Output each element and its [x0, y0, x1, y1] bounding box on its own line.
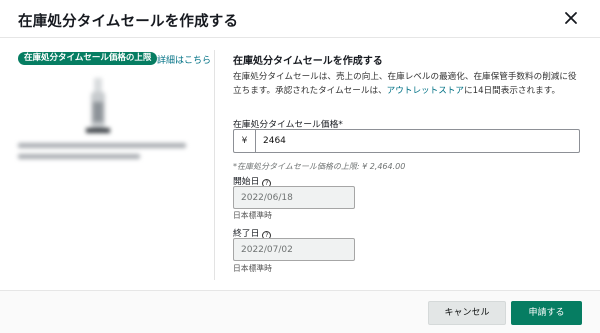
price-cap-badge: 在庫処分タイムセール価格の上限	[18, 52, 158, 65]
close-icon[interactable]	[562, 9, 580, 27]
start-date-input[interactable]	[233, 186, 355, 209]
dialog-title: 在庫処分タイムセールを作成する	[18, 14, 239, 30]
product-image	[86, 78, 110, 133]
cancel-button[interactable]: キャンセル	[428, 301, 506, 325]
form-section-title: 在庫処分タイムセールを作成する	[233, 56, 383, 67]
product-title-blurred	[18, 143, 188, 165]
description-text-end: に14日間表示されます。	[464, 85, 561, 96]
end-date-input[interactable]	[233, 238, 355, 261]
outlet-store-link[interactable]: アウトレットストア	[387, 86, 464, 96]
product-panel: 在庫処分タイムセール価格の上限 詳細はこちら	[0, 38, 214, 278]
end-date-timezone: 日本標準時	[233, 264, 272, 273]
price-input[interactable]	[257, 130, 577, 152]
panel-divider	[214, 50, 215, 280]
dialog-header: 在庫処分タイムセールを作成する	[0, 0, 600, 38]
dialog-footer: キャンセル 申請する	[0, 290, 600, 333]
price-cap-hint: *在庫処分タイムセール価格の上限: ¥ 2,464.00	[233, 162, 406, 171]
apply-button[interactable]: 申請する	[511, 301, 582, 325]
start-date-timezone: 日本標準時	[233, 211, 272, 220]
details-link[interactable]: 詳細はこちら	[157, 53, 211, 66]
price-field: ¥	[233, 129, 580, 153]
form-description: 在庫処分タイムセールは、売上の向上、在庫レベルの最適化、在庫保管手数料の削減に役…	[233, 71, 585, 98]
currency-prefix: ¥	[234, 130, 256, 152]
